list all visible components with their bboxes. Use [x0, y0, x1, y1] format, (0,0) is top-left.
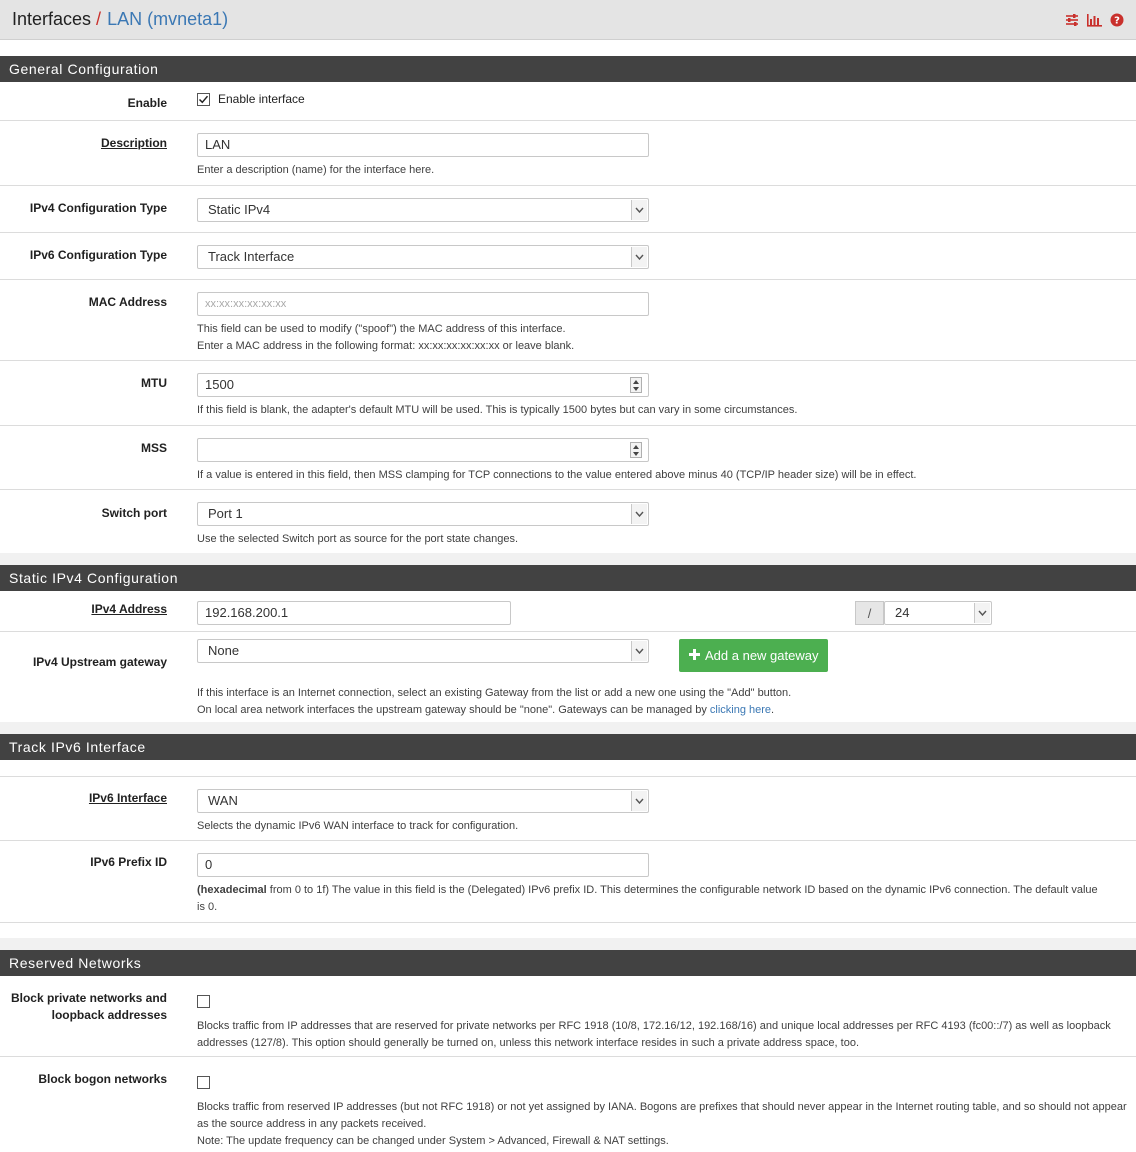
number-spinner[interactable] [630, 442, 642, 458]
enable-checkbox-label[interactable]: Enable interface [218, 92, 305, 106]
panel-static-ipv4-header: Static IPv4 Configuration [0, 565, 1136, 591]
ipv6-interface-select[interactable]: WAN [197, 789, 649, 813]
cidr-slash: / [855, 601, 884, 625]
ipv4-gateway-help: If this interface is an Internet connect… [197, 687, 792, 716]
bar-chart-icon[interactable] [1087, 13, 1102, 27]
block-private-help: Blocks traffic from IP addresses that ar… [197, 1020, 1111, 1049]
ipv6-type-label: IPv6 Configuration Type [29, 248, 167, 262]
cidr-select[interactable]: 24 [884, 601, 992, 625]
row-enable: Enable Enable interface [0, 82, 1136, 121]
mss-input[interactable] [197, 438, 649, 462]
description-input[interactable]: LAN [197, 133, 649, 157]
block-bogon-label: Block bogon networks [38, 1072, 167, 1086]
chevron-down-icon [631, 504, 647, 524]
row-mss: MSS If a value is entered in this field,… [0, 426, 1136, 490]
enable-label: Enable [127, 96, 167, 110]
chevron-down-icon [631, 791, 647, 811]
enable-checkbox[interactable] [197, 92, 210, 106]
switch-port-select[interactable]: Port 1 [197, 502, 649, 526]
row-ipv6-prefix-id: IPv6 Prefix ID 0 (hexadecimal from 0 to … [0, 841, 1136, 923]
number-spinner[interactable] [630, 377, 642, 393]
chevron-down-icon [631, 641, 647, 661]
row-mac: MAC Address xx:xx:xx:xx:xx:xx This field… [0, 280, 1136, 361]
ipv4-gateway-select[interactable]: None [197, 639, 649, 663]
block-bogon-help: Blocks traffic from reserved IP addresse… [197, 1101, 1127, 1147]
row-switch-port: Switch port Port 1 Use the selected Swit… [0, 490, 1136, 553]
mac-label: MAC Address [88, 295, 167, 309]
description-help: Enter a description (name) for the inter… [197, 164, 435, 176]
panel-track-ipv6-header: Track IPv6 Interface [0, 734, 1136, 760]
row-ipv4-gateway: IPv4 Upstream gateway None Add a new gat… [0, 632, 1136, 722]
mac-help: This field can be used to modify ("spoof… [197, 323, 575, 352]
mtu-label: MTU [141, 376, 167, 390]
ipv6-type-select[interactable]: Track Interface [197, 245, 649, 269]
ipv4-gateway-label: IPv4 Upstream gateway [32, 655, 167, 669]
ipv4-type-label: IPv4 Configuration Type [29, 201, 167, 215]
row-description: Description LAN Enter a description (nam… [0, 121, 1136, 186]
switch-port-label: Switch port [101, 506, 167, 520]
mtu-input[interactable]: 1500 [197, 373, 649, 397]
description-label: Description [100, 136, 167, 150]
help-icon[interactable]: ? [1110, 13, 1124, 27]
switch-port-help: Use the selected Switch port as source f… [197, 533, 519, 545]
ipv6-prefix-help: (hexadecimal from 0 to 1f) The value in … [197, 884, 1098, 913]
row-block-bogon: Block bogon networks Blocks traffic from… [0, 1057, 1136, 1152]
mss-help: If a value is entered in this field, the… [197, 469, 917, 481]
block-private-label: Block private networks and loopback addr… [10, 991, 167, 1022]
ipv6-interface-help: Selects the dynamic IPv6 WAN interface t… [197, 820, 519, 832]
ipv4-type-select[interactable]: Static IPv4 [197, 198, 649, 222]
row-ipv6-interface: IPv6 Interface WAN Selects the dynamic I… [0, 777, 1136, 841]
sliders-icon[interactable] [1065, 13, 1079, 27]
panel-reserved-header: Reserved Networks [0, 950, 1136, 976]
panel-track-ipv6: IPv6 Interface WAN Selects the dynamic I… [0, 760, 1136, 938]
ipv4-address-input[interactable]: 192.168.200.1 [197, 601, 511, 625]
header-icons: ? [1065, 13, 1124, 27]
block-bogon-checkbox[interactable] [197, 1076, 210, 1090]
add-gateway-button[interactable]: Add a new gateway [679, 639, 829, 672]
breadcrumb-interfaces-link[interactable]: Interfaces [12, 9, 91, 30]
plus-icon [689, 648, 700, 663]
breadcrumb-separator: / [96, 9, 102, 29]
row-mtu: MTU 1500 If this field is blank, the ada… [0, 361, 1136, 426]
row-ipv6-type: IPv6 Configuration Type Track Interface [0, 233, 1136, 280]
ipv4-address-label: IPv4 Address [91, 602, 167, 616]
page-header: Interfaces / LAN (mvneta1) ? [0, 0, 1136, 40]
panel-reserved: Block private networks and loopback addr… [0, 976, 1136, 1152]
ipv6-interface-label: IPv6 Interface [88, 791, 167, 805]
svg-text:?: ? [1114, 15, 1120, 26]
mac-input[interactable]: xx:xx:xx:xx:xx:xx [197, 292, 649, 316]
mtu-help: If this field is blank, the adapter's de… [197, 404, 798, 416]
block-private-checkbox[interactable] [197, 995, 210, 1009]
panel-general: Enable Enable interface Description LAN … [0, 82, 1136, 553]
ipv6-prefix-label: IPv6 Prefix ID [90, 855, 167, 869]
panel-general-header: General Configuration [0, 56, 1136, 82]
chevron-down-icon [631, 247, 647, 267]
mss-label: MSS [140, 441, 167, 455]
breadcrumb-current-link[interactable]: LAN (mvneta1) [107, 9, 228, 30]
row-block-private: Block private networks and loopback addr… [0, 976, 1136, 1057]
chevron-down-icon [631, 200, 647, 220]
row-ipv4-address: IPv4 Address 192.168.200.1 / 24 [0, 591, 1136, 632]
breadcrumb: Interfaces / LAN (mvneta1) [12, 9, 228, 30]
ipv6-prefix-input[interactable]: 0 [197, 853, 649, 877]
row-ipv4-type: IPv4 Configuration Type Static IPv4 [0, 186, 1136, 233]
panel-static-ipv4: IPv4 Address 192.168.200.1 / 24 IPv4 Ups… [0, 591, 1136, 722]
gateways-link[interactable]: clicking here [710, 704, 771, 716]
chevron-down-icon [974, 603, 990, 623]
